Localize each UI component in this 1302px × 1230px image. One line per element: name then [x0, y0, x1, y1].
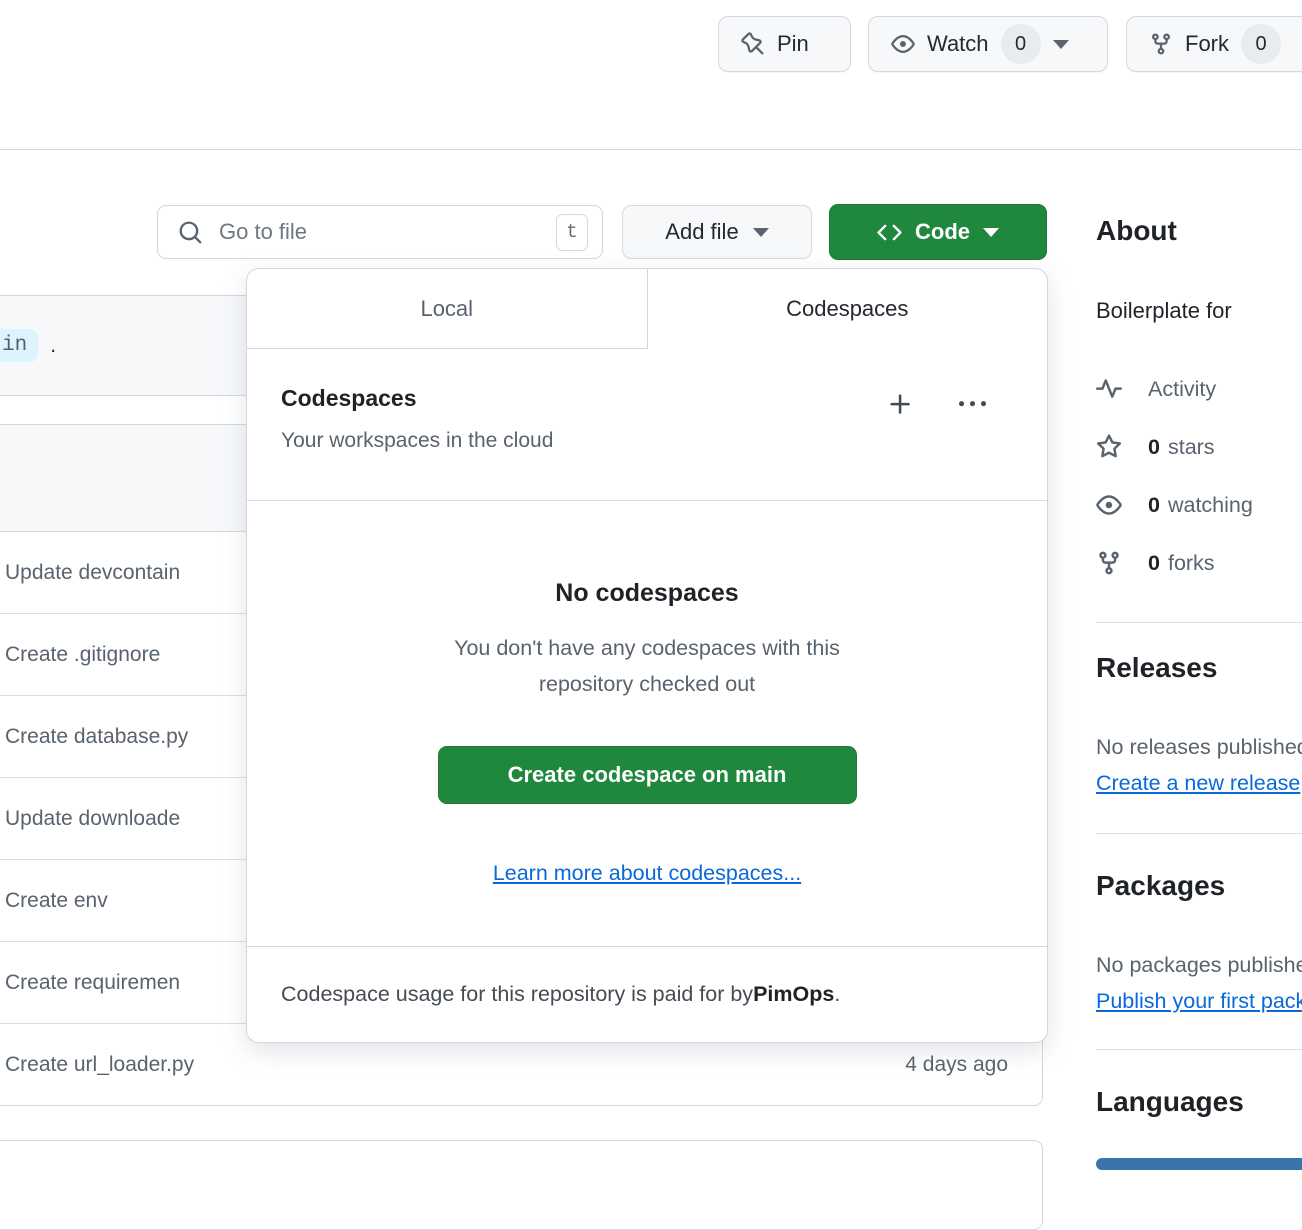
repo-header: Pin Watch 0 Fork 0 — [0, 0, 1302, 150]
footer-text: Codespace usage for this repository is p… — [281, 982, 753, 1007]
sidebar-divider — [1096, 833, 1302, 834]
empty-state-description: You don't have any codespaces with this … — [247, 630, 1047, 702]
plus-icon — [887, 391, 914, 418]
watch-count: 0 — [1001, 24, 1041, 64]
pin-icon — [741, 32, 765, 56]
tab-local[interactable]: Local — [247, 269, 648, 349]
commit-message[interactable]: Update devcontain — [5, 561, 180, 585]
eye-icon — [1096, 492, 1122, 518]
commit-message[interactable]: Create requiremen — [5, 971, 180, 995]
empty-state-title: No codespaces — [247, 579, 1047, 608]
codespaces-subtitle: Your workspaces in the cloud — [281, 429, 1047, 453]
chevron-down-icon — [753, 228, 769, 237]
publish-package-link[interactable]: Publish your first package — [1096, 989, 1302, 1014]
tab-codespaces[interactable]: Codespaces — [648, 269, 1048, 349]
code-icon — [877, 220, 902, 245]
watch-label: Watch — [927, 31, 989, 57]
commit-message[interactable]: Create database.py — [5, 725, 188, 749]
dropdown-tabbar: Local Codespaces — [247, 269, 1047, 349]
search-icon — [178, 220, 203, 245]
pin-button[interactable]: Pin — [718, 16, 851, 72]
pin-label: Pin — [777, 31, 809, 57]
packages-heading: Packages — [1096, 870, 1225, 902]
code-label: Code — [915, 219, 970, 245]
chevron-down-icon — [983, 228, 999, 237]
learn-more-link[interactable]: Learn more about codespaces... — [247, 861, 1047, 886]
forks-label: forks — [1168, 551, 1215, 575]
shortcut-key-badge: t — [556, 214, 588, 251]
go-to-file-search[interactable]: t — [157, 205, 603, 259]
releases-heading: Releases — [1096, 652, 1217, 684]
new-codespace-button[interactable] — [887, 391, 914, 418]
packages-empty-text: No packages published — [1096, 953, 1302, 978]
fork-count: 0 — [1241, 24, 1281, 64]
star-icon — [1096, 434, 1122, 460]
sidebar-item-forks[interactable]: 0 forks — [1096, 550, 1215, 576]
branch-note-text: . — [50, 334, 56, 358]
eye-icon — [891, 32, 915, 56]
footer-period: . — [834, 982, 840, 1007]
fork-label: Fork — [1185, 31, 1229, 57]
pulse-icon — [1096, 376, 1122, 402]
commit-message[interactable]: Create .gitignore — [5, 643, 160, 667]
codespaces-header: Codespaces Your workspaces in the cloud — [247, 349, 1047, 501]
fork-button[interactable]: Fork 0 — [1126, 16, 1302, 72]
empty-desc-line2: repository checked out — [247, 666, 1047, 702]
repo-sidebar: About Boilerplate for Activity 0stars 0w… — [1096, 150, 1302, 1190]
sidebar-item-stars[interactable]: 0 stars — [1096, 434, 1215, 460]
codespaces-title: Codespaces — [281, 385, 1047, 412]
commit-message[interactable]: Update downloade — [5, 807, 180, 831]
search-input[interactable] — [219, 219, 556, 245]
empty-desc-line1: You don't have any codespaces with this — [247, 630, 1047, 666]
sidebar-item-watching[interactable]: 0 watching — [1096, 492, 1253, 518]
commit-message[interactable]: Create url_loader.py — [5, 1053, 194, 1077]
add-file-label: Add file — [665, 219, 738, 245]
watching-count: 0 — [1148, 493, 1160, 517]
footer-org-name: PimOps — [753, 982, 834, 1007]
releases-empty-text: No releases published — [1096, 735, 1302, 760]
forks-count: 0 — [1148, 551, 1160, 575]
chevron-down-icon — [1053, 40, 1069, 49]
sidebar-divider — [1096, 1049, 1302, 1050]
language-bar-python[interactable] — [1096, 1158, 1302, 1170]
readme-box — [0, 1140, 1043, 1230]
sidebar-divider — [1096, 622, 1302, 623]
create-release-link[interactable]: Create a new release — [1096, 771, 1300, 796]
stars-count: 0 — [1148, 435, 1160, 459]
add-file-button[interactable]: Add file — [622, 205, 812, 259]
commit-message[interactable]: Create env — [5, 889, 108, 913]
codespaces-options-button[interactable] — [959, 391, 986, 418]
fork-icon — [1096, 550, 1122, 576]
branch-chip[interactable]: in — [0, 329, 38, 362]
code-button[interactable]: Code — [829, 204, 1047, 260]
sidebar-item-activity[interactable]: Activity — [1096, 376, 1216, 402]
watch-button[interactable]: Watch 0 — [868, 16, 1108, 72]
repo-description: Boilerplate for — [1096, 298, 1232, 324]
watching-label: watching — [1168, 493, 1253, 517]
commit-age: 4 days ago — [905, 1053, 1008, 1077]
code-dropdown-panel: Local Codespaces Codespaces Your workspa… — [246, 268, 1048, 1043]
fork-icon — [1149, 32, 1173, 56]
create-codespace-button[interactable]: Create codespace on main — [438, 746, 857, 804]
kebab-horizontal-icon — [959, 391, 986, 418]
about-heading: About — [1096, 215, 1177, 247]
activity-label: Activity — [1148, 377, 1216, 402]
stars-label: stars — [1168, 435, 1215, 459]
languages-heading: Languages — [1096, 1086, 1244, 1118]
codespace-usage-footer: Codespace usage for this repository is p… — [247, 946, 1047, 1042]
